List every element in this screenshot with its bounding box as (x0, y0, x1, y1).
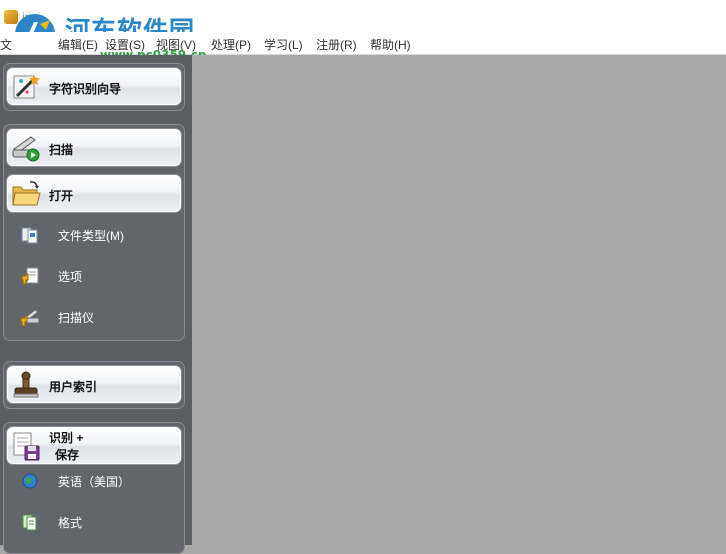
file-type-label: 文件类型(M) (58, 229, 124, 243)
scan-label: 扫描 (49, 143, 74, 157)
format-label: 格式 (58, 516, 83, 530)
scan-button[interactable]: 扫描 (6, 128, 182, 167)
wizard-group: 字符识别向导 (3, 63, 185, 111)
scanner-settings-label: 扫描仪 (58, 311, 95, 325)
scanner-icon (12, 136, 40, 162)
options-icon (21, 267, 39, 285)
scanner-settings-item[interactable]: 扫描仪 (20, 305, 180, 329)
open-button[interactable]: 打开 (6, 174, 182, 213)
menu-help[interactable]: 帮助(H) (370, 36, 411, 53)
scan-open-group: 扫描 打开 文件类型(M) 选项 扫描仪 (3, 124, 185, 341)
recognize-save-button[interactable]: 识别 + 保存 (6, 426, 182, 465)
file-type-item[interactable]: 文件类型(M) (20, 223, 180, 247)
menu-process[interactable]: 处理(P) (211, 36, 251, 53)
ocr-wizard-button[interactable]: 字符识别向导 (6, 67, 182, 106)
user-index-label: 用户索引 (49, 380, 98, 394)
menu-register[interactable]: 注册(R) (316, 36, 357, 53)
document-workspace[interactable] (192, 55, 726, 545)
folder-open-icon (12, 181, 41, 206)
recognize-label-line1: 识别 + (49, 431, 84, 445)
format-item[interactable]: 格式 (20, 510, 180, 534)
file-type-icon (21, 227, 38, 244)
options-item[interactable]: 选项 (20, 264, 180, 288)
title-bar: iri 河东软件园 (0, 0, 726, 54)
recognize-save-label: 识别 + 保存 (49, 430, 83, 464)
format-icon (22, 514, 37, 531)
save-document-icon (13, 432, 40, 461)
language-label: 英语（美国） (58, 475, 131, 489)
menu-file[interactable]: 文 (0, 36, 12, 53)
menu-learn[interactable]: 学习(L) (264, 36, 303, 53)
language-item[interactable]: 英语（美国） (20, 469, 180, 493)
task-panel: 字符识别向导 扫描 打开 文件类型(M) 选项 扫描仪 用户索引 识别 + 保存… (0, 55, 192, 554)
magic-wand-icon (13, 74, 40, 99)
open-label: 打开 (49, 189, 74, 203)
user-index-button[interactable]: 用户索引 (6, 365, 182, 404)
scanner-settings-icon (20, 309, 40, 327)
user-index-group: 用户索引 (3, 361, 185, 409)
ocr-wizard-label: 字符识别向导 (49, 82, 122, 96)
globe-icon (22, 473, 38, 489)
menu-edit[interactable]: 编辑(E) (58, 36, 98, 53)
options-label: 选项 (58, 270, 83, 284)
recognize-label-line2: 保存 (55, 448, 80, 462)
stamp-icon (13, 371, 39, 398)
recognize-save-group: 识别 + 保存 英语（美国） 格式 (3, 422, 185, 554)
